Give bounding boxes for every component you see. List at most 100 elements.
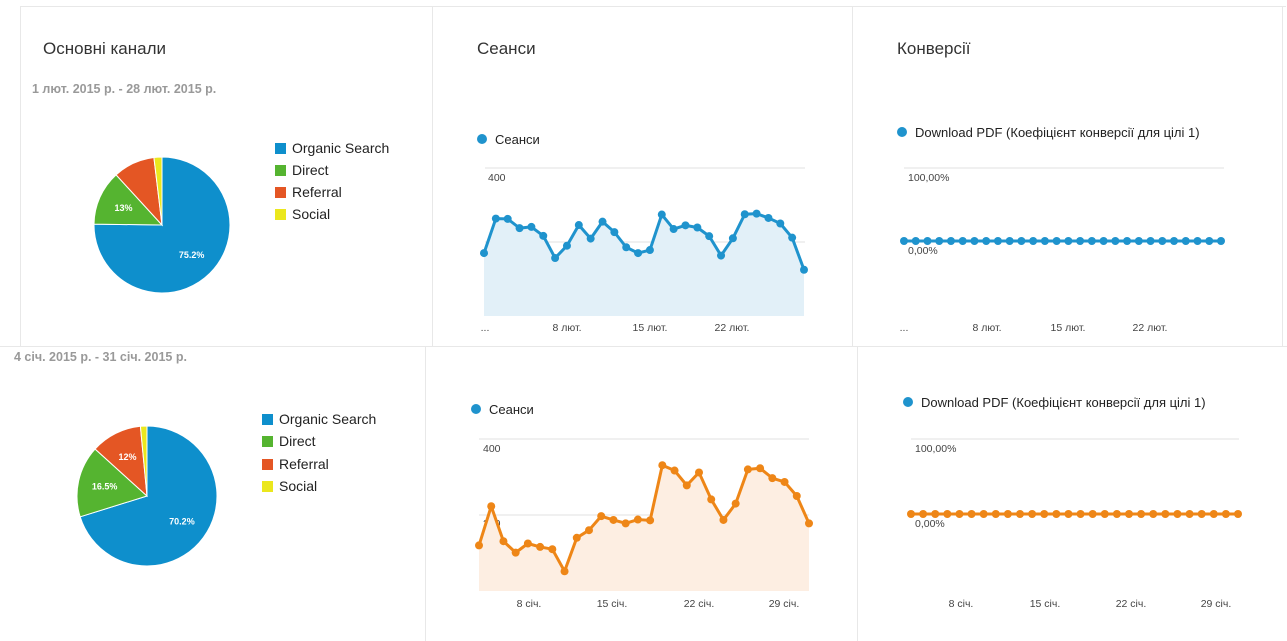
channels-title: Основні канали <box>43 39 167 58</box>
data-point <box>536 542 545 551</box>
data-point <box>609 515 618 524</box>
data-point <box>780 477 789 486</box>
data-point <box>955 510 964 518</box>
data-point <box>669 225 678 234</box>
data-point <box>634 249 643 258</box>
legend-item-referral: Referral <box>275 184 342 200</box>
data-point <box>731 499 740 508</box>
x-tick-label: 8 лют. <box>972 322 1001 334</box>
conversions-legend: Download PDF (Коефіцієнт конверсії для ц… <box>897 125 1207 141</box>
data-point <box>764 213 773 222</box>
y-tick-label: 400 <box>483 443 501 455</box>
sessions-title: Сеанси <box>477 39 536 58</box>
x-tick-label: 15 лют. <box>1051 322 1086 334</box>
legend-item-direct: Direct <box>275 162 329 178</box>
conversions-chart: 100,00% 0,00%... 8 лют. 15 лют. 22 лют. <box>900 167 1225 334</box>
data-point <box>586 234 595 243</box>
data-point <box>670 466 679 475</box>
sessions-chart: 400200...8 лют.15 лют.22 лют. <box>480 167 808 334</box>
data-point <box>1134 237 1143 245</box>
data-point <box>993 237 1002 245</box>
data-point <box>1052 237 1061 245</box>
data-point <box>776 219 785 228</box>
data-point <box>1185 510 1194 518</box>
data-point <box>1017 237 1026 245</box>
data-point <box>682 481 691 490</box>
data-point <box>1158 237 1167 245</box>
data-point <box>931 510 940 518</box>
panel-divider <box>1282 6 1283 346</box>
legend-swatch <box>262 459 273 470</box>
conversions-chart: 100,00% 0,00% 8 січ. 15 січ. 22 січ. 29 січ. <box>907 438 1242 610</box>
data-point <box>792 492 801 500</box>
date-range: 4 січ. 2015 р. - 31 січ. 2015 р. <box>14 350 187 364</box>
legend-swatch <box>262 481 273 492</box>
data-point <box>658 461 667 470</box>
date-range: 1 лют. 2015 р. - 28 лют. 2015 р. <box>32 82 217 96</box>
x-tick-label: 29 січ. <box>1201 598 1232 610</box>
data-point <box>1111 237 1120 245</box>
data-point <box>1125 510 1133 518</box>
legend-dot <box>471 404 481 414</box>
data-point <box>967 510 976 518</box>
data-point <box>1016 510 1024 518</box>
data-point <box>633 515 642 524</box>
data-point <box>1170 237 1179 245</box>
legend-item-referral: Referral <box>262 456 329 472</box>
y-tick-label: 100,00% <box>908 172 949 184</box>
data-point <box>515 224 524 233</box>
x-tick-label: ... <box>900 322 909 334</box>
legend-label: Referral <box>292 184 342 200</box>
data-point <box>1197 510 1206 518</box>
data-point <box>695 468 703 477</box>
data-point <box>681 221 690 230</box>
data-point <box>805 519 813 528</box>
data-point <box>900 237 908 245</box>
data-point <box>645 246 654 255</box>
legend-swatch <box>275 143 286 154</box>
data-point <box>979 510 988 518</box>
pie-slice-label: 16.5% <box>92 482 118 492</box>
legend-dot <box>477 134 487 144</box>
data-point <box>1112 510 1121 518</box>
data-point <box>560 567 569 576</box>
panel-divider <box>425 347 426 641</box>
legend-dot <box>897 127 907 137</box>
data-point <box>1076 510 1085 518</box>
data-point <box>1217 237 1225 245</box>
data-point <box>646 516 655 525</box>
data-point <box>923 237 932 245</box>
data-point <box>717 251 726 260</box>
data-point <box>1029 237 1038 245</box>
data-point <box>621 519 630 528</box>
data-point <box>1100 510 1109 518</box>
data-point <box>705 232 714 241</box>
data-point <box>527 222 536 231</box>
x-tick-label: 22 лют. <box>1133 322 1168 334</box>
data-point <box>911 237 920 245</box>
data-point <box>756 464 765 473</box>
x-tick-label: ... <box>481 322 490 334</box>
data-point <box>475 541 483 550</box>
x-tick-label: 8 лют. <box>552 322 581 334</box>
x-tick-label: 22 лют. <box>715 322 750 334</box>
sessions-legend: Сеанси <box>471 402 534 418</box>
data-point <box>562 241 571 250</box>
data-point <box>982 237 991 245</box>
data-point <box>503 214 512 223</box>
data-point <box>1003 510 1012 518</box>
data-point <box>1146 237 1155 245</box>
x-tick-label: 8 січ. <box>517 598 542 610</box>
data-point <box>752 209 761 218</box>
channels-pie-chart: 70.2% 16.5% 12% <box>76 425 218 567</box>
data-point <box>1040 510 1049 518</box>
data-point <box>1088 510 1097 518</box>
sessions-chart: 4002008 січ.15 січ.22 січ.29 січ. <box>475 438 813 610</box>
data-point <box>728 234 737 243</box>
data-point <box>907 510 915 518</box>
data-point <box>740 210 749 219</box>
x-tick-label: 15 січ. <box>1030 598 1061 610</box>
data-point <box>657 210 666 219</box>
y-tick-label: 100,00% <box>915 443 956 455</box>
pie-slice-label: 13% <box>115 203 133 213</box>
